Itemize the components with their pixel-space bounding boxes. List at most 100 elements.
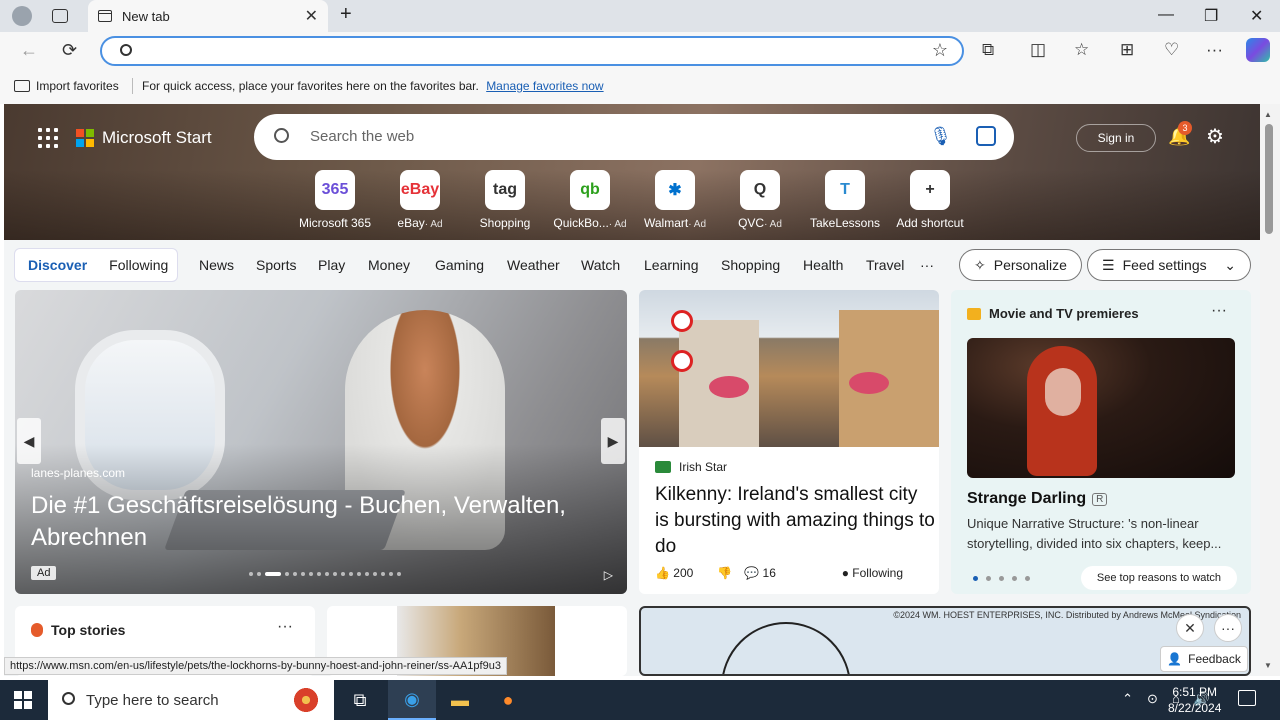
taskbar-search-box[interactable]: Type here to search [48,680,334,720]
following-button[interactable]: ● Following [842,566,915,580]
nav-item-learning[interactable]: Learning [644,257,699,273]
collections-icon[interactable]: ⊞ [1120,40,1134,60]
sign-in-button[interactable]: Sign in [1076,124,1156,152]
feedback-button[interactable]: 👤 Feedback [1160,646,1248,672]
settings-gear-icon[interactable]: ⚙ [1206,124,1224,149]
movie-still-image[interactable] [967,338,1235,478]
favorite-star-icon[interactable]: ☆ [932,40,948,61]
new-tab-button[interactable]: + [340,3,352,26]
split-screen-icon[interactable]: ◫ [1030,40,1046,60]
nav-item-travel[interactable]: Travel [866,257,904,273]
news-title[interactable]: Kilkenny: Ireland's smallest city is bur… [655,482,935,560]
personalize-button[interactable]: ✧ Personalize [959,249,1082,281]
taskbar-clock[interactable]: 6:51 PM 8/22/2024 [1168,684,1221,716]
notification-center-icon[interactable] [1238,690,1256,706]
vertical-scrollbar[interactable]: ▲ ▼ [1260,104,1280,676]
personalize-icon: ✧ [974,256,986,273]
more-options-icon[interactable]: ··· [1214,614,1242,642]
shortcut-ad-tag: · Ad [424,219,443,230]
microsoft-start-logo[interactable]: Microsoft Start [76,128,212,148]
firefox-icon[interactable]: ● [484,680,532,720]
tab-new-tab[interactable]: New tab ✕ [88,0,328,32]
edge-icon[interactable]: ◉ [388,680,436,720]
task-view-icon[interactable]: ⧉ [336,680,384,720]
nav-item-sports[interactable]: Sports [256,257,296,273]
publisher[interactable]: Irish Star [655,460,727,474]
minimize-button[interactable]: — [1158,6,1174,24]
shortcut-6[interactable]: T TakeLessons [805,170,885,230]
news-card[interactable]: Irish Star Kilkenny: Ireland's smallest … [639,290,939,594]
refresh-button[interactable]: ⟳ [62,40,77,61]
tab-following[interactable]: Following [109,257,168,273]
back-button[interactable]: ← [20,40,38,61]
restore-button[interactable]: ❐ [1204,6,1218,26]
scroll-up-icon[interactable]: ▲ [1264,110,1272,119]
web-search-box[interactable]: Search the web 🎙 [254,114,1014,160]
shortcut-0[interactable]: 365 Microsoft 365 [295,170,375,230]
nav-item-shopping[interactable]: Shopping [721,257,780,273]
nav-item-watch[interactable]: Watch [581,257,620,273]
microphone-icon[interactable]: 🎙 [929,126,952,147]
meet-now-icon[interactable]: ⊙ [1147,691,1158,707]
shortcut-4[interactable]: ✱ Walmart· Ad [635,170,715,230]
nav-item-[interactable]: ··· [920,257,934,273]
nav-item-gaming[interactable]: Gaming [435,257,484,273]
import-favorites-button[interactable]: Import favorites [14,79,119,93]
tab-discover[interactable]: Discover [28,257,87,273]
news-actions: 👍 200 👎 💬 16 ● Following [655,566,927,580]
notification-badge: 3 [1178,121,1192,135]
visual-search-icon[interactable] [976,126,996,146]
shortcut-2[interactable]: tag Shopping [465,170,545,230]
search-highlight-icon[interactable] [292,686,320,714]
carousel-prev-button[interactable]: ◀ [17,418,41,464]
like-button[interactable]: 👍 200 [655,566,705,580]
manage-favorites-link[interactable]: Manage favorites now [486,79,603,93]
shortcut-3[interactable]: qb QuickBo...· Ad [550,170,630,230]
browser-essentials-icon[interactable]: ♡ [1164,40,1179,60]
file-explorer-icon[interactable]: ▬ [436,680,484,720]
favorites-icon[interactable]: ☆ [1074,40,1089,60]
favbar-message: For quick access, place your favorites h… [142,79,604,93]
tab-actions-icon[interactable] [52,9,68,23]
nav-item-health[interactable]: Health [803,257,843,273]
see-reasons-button[interactable]: See top reasons to watch [1081,566,1237,590]
shortcut-5[interactable]: Q QVC· Ad [720,170,800,230]
carousel-dots[interactable] [249,572,401,576]
shortcut-1[interactable]: eBay eBay· Ad [380,170,460,230]
more-menu-icon[interactable]: ··· [1206,40,1223,60]
comment-button[interactable]: 💬 16 [744,566,788,580]
feed-settings-button[interactable]: ☰ Feed settings ⌄ [1087,249,1251,281]
feed-nav: Discover Following News Sports Play Money Ga… [4,240,1260,290]
scroll-thumb[interactable] [1265,124,1273,234]
hero-ad-card[interactable]: ◀ ▶ lanes-planes.com Die #1 Geschäftsrei… [15,290,627,594]
copilot-icon[interactable] [1246,38,1270,62]
more-options-icon[interactable]: ··· [1211,302,1227,320]
carousel-next-button[interactable]: ▶ [601,418,625,464]
shortcut-7[interactable]: + Add shortcut [890,170,970,230]
adchoices-icon[interactable]: ▷ [604,568,613,582]
app-launcher-icon[interactable] [38,128,58,148]
nav-item-play[interactable]: Play [318,257,345,273]
extensions-icon[interactable]: ⧉ [982,40,994,60]
dismiss-icon[interactable]: ✕ [1176,614,1204,642]
movie-title[interactable]: Strange Darling R [967,490,1108,508]
taskbar-search-placeholder: Type here to search [86,691,219,709]
address-bar[interactable]: ☆ [100,36,964,66]
movie-premieres-card[interactable]: Movie and TV premieres ··· Strange Darli… [951,290,1251,594]
shortcut-tile-icon: eBay [400,170,440,210]
chevron-up-icon[interactable]: ⌃ [1122,691,1133,707]
scroll-down-icon[interactable]: ▼ [1264,661,1272,670]
nav-item-weather[interactable]: Weather [507,257,560,273]
ad-title[interactable]: Die #1 Geschäftsreiselösung - Buchen, Ve… [31,490,601,554]
shortcut-label: Microsoft 365 [298,216,372,230]
more-options-icon[interactable]: ··· [277,618,293,636]
close-window-button[interactable]: ✕ [1250,6,1263,26]
close-tab-icon[interactable]: ✕ [305,6,318,26]
nav-item-news[interactable]: News [199,257,234,273]
pagination-dots[interactable] [973,576,1030,581]
profile-icon[interactable] [12,6,32,26]
dislike-icon[interactable]: 👎 [717,566,732,580]
start-button[interactable] [14,691,32,709]
nav-item-money[interactable]: Money [368,257,410,273]
card-header: Movie and TV premieres [967,306,1139,321]
